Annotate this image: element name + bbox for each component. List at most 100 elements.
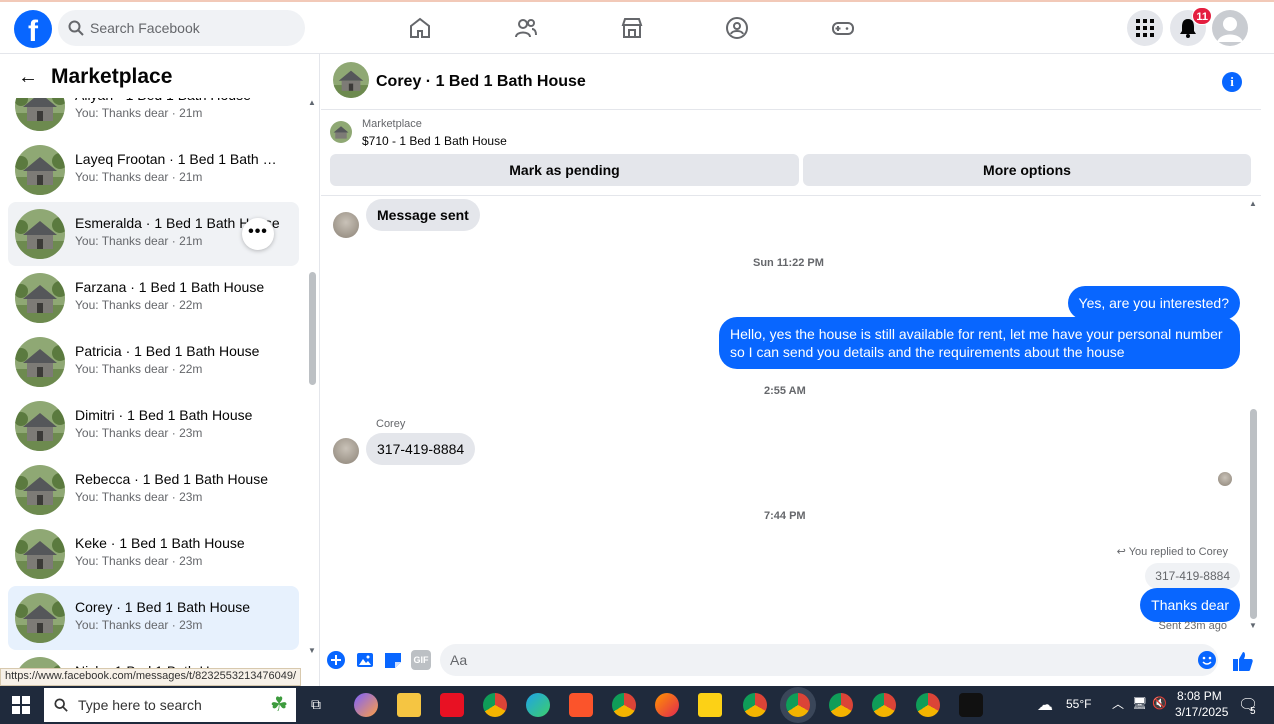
scroll-down-arrow-icon[interactable]: ▼ (308, 646, 316, 655)
photo-icon[interactable] (355, 650, 375, 670)
chrome-profile-icon[interactable] (916, 693, 940, 717)
copilot-icon[interactable] (354, 693, 378, 717)
sidebar-scrollbar[interactable] (309, 272, 316, 385)
firefox-icon[interactable] (655, 693, 679, 717)
message-scrollbar[interactable] (1250, 409, 1257, 619)
sender-avatar[interactable] (333, 438, 359, 464)
sticky-notes-icon[interactable] (698, 693, 722, 717)
groups-icon[interactable] (725, 16, 749, 40)
search-icon (54, 698, 68, 712)
sender-avatar[interactable] (333, 212, 359, 238)
timestamp: 7:44 PM (764, 510, 806, 522)
message-bubble-outgoing[interactable]: Yes, are you interested? (1067, 286, 1240, 320)
message-composer: GIF (321, 640, 1261, 684)
notification-badge: 11 (1192, 7, 1212, 25)
taskbar-search[interactable]: Type here to search ☘ (44, 688, 296, 722)
listing-thumbnail[interactable] (330, 121, 352, 143)
conversation-item[interactable]: Keke · 1 Bed 1 Bath House You: Thanks dea… (8, 522, 299, 586)
search-icon (68, 20, 84, 36)
conversation-item[interactable]: Rebecca · 1 Bed 1 Bath House You: Thanks … (8, 458, 299, 522)
search-input[interactable] (90, 20, 290, 36)
conversation-item[interactable]: Corey · 1 Bed 1 Bath House You: Thanks de… (8, 586, 299, 650)
more-options-button[interactable]: More options (803, 154, 1251, 186)
thumbs-up-icon[interactable] (1232, 650, 1254, 672)
chrome-profile-icon[interactable] (612, 693, 636, 717)
message-bubble-incoming[interactable]: 317-419-8884 (366, 433, 476, 465)
chrome-profile-icon[interactable] (829, 693, 853, 717)
mark-as-pending-button[interactable]: Mark as pending (330, 154, 799, 186)
clock-time[interactable]: 8:08 PM (1177, 689, 1222, 703)
brave-icon[interactable] (569, 693, 593, 717)
conversation-avatar[interactable] (333, 62, 369, 98)
chrome-profile-icon[interactable] (872, 693, 896, 717)
weather-temperature[interactable]: 55°F (1066, 697, 1091, 711)
message-bubble-incoming[interactable]: Message sent (366, 199, 480, 231)
message-bubble-outgoing[interactable]: Hello, yes the house is still available … (719, 317, 1240, 369)
chrome-profile-icon[interactable] (743, 693, 767, 717)
notification-center-count: 5 (1250, 706, 1256, 717)
gif-button[interactable]: GIF (411, 650, 431, 670)
listing-thumbnail (15, 273, 65, 323)
conversation-item[interactable]: Farzana · 1 Bed 1 Bath House You: Thanks … (8, 266, 299, 330)
url-tooltip: https://www.facebook.com/messages/t/8232… (0, 668, 302, 686)
sidebar-title: Marketplace (51, 65, 173, 88)
conversation-item[interactable]: Dimitri · 1 Bed 1 Bath House You: Thanks … (8, 394, 299, 458)
sender-name: Corey (376, 418, 406, 430)
listing-banner: Marketplace $710 - 1 Bed 1 Bath House Ma… (321, 110, 1261, 196)
clock-date[interactable]: 3/17/2025 (1175, 705, 1228, 719)
conversation-item[interactable]: Layeq Frootan · 1 Bed 1 Bath Ho... You: T… (8, 138, 299, 202)
task-view-icon[interactable]: ⧉ (311, 696, 321, 713)
conversation-preview: You: Thanks dear · 21m (75, 170, 203, 184)
marketplace-icon[interactable] (620, 16, 644, 40)
search-box[interactable] (58, 10, 305, 46)
message-bubble-outgoing[interactable]: Thanks dear (1140, 588, 1240, 622)
sent-status: Sent 23m ago (1158, 620, 1228, 632)
message-thread: Message sent Sun 11:22 PM Yes, are you i… (321, 197, 1261, 637)
message-input[interactable] (440, 644, 1218, 676)
windows-start-icon[interactable] (12, 696, 30, 714)
menu-button[interactable] (1127, 10, 1163, 46)
tray-chevron-icon[interactable]: ︿ (1112, 695, 1124, 712)
conversation-preview: You: Thanks dear · 22m (75, 362, 203, 376)
more-actions-button[interactable]: ••• (242, 218, 274, 250)
scroll-up-arrow-icon[interactable]: ▲ (308, 98, 316, 107)
emoji-icon[interactable] (1197, 650, 1217, 670)
facebook-logo[interactable]: f (14, 10, 52, 48)
back-arrow-icon[interactable]: ← (18, 66, 38, 89)
scroll-down-arrow-icon[interactable]: ▼ (1249, 621, 1257, 630)
timestamp: 2:55 AM (764, 385, 806, 397)
listing-price[interactable]: $710 - 1 Bed 1 Bath House (362, 134, 507, 148)
terminal-icon[interactable] (959, 693, 983, 717)
conversation-title[interactable]: Corey · 1 Bed 1 Bath House (376, 73, 586, 91)
account-button[interactable] (1212, 10, 1248, 46)
apps-grid-icon (1136, 19, 1154, 37)
edge-icon[interactable] (526, 693, 550, 717)
file-explorer-icon[interactable] (397, 693, 421, 717)
chrome-icon[interactable] (483, 693, 507, 717)
conversation-name: Farzana · 1 Bed 1 Bath House (75, 279, 265, 295)
speaker-muted-icon[interactable]: 🔇 (1152, 696, 1167, 710)
gaming-icon[interactable] (831, 16, 855, 40)
conversation-item[interactable]: Patricia · 1 Bed 1 Bath House You: Thanks… (8, 330, 299, 394)
listing-thumbnail (15, 209, 65, 259)
conversation-name: Keke · 1 Bed 1 Bath House (75, 535, 245, 551)
sidebar-header: ← Marketplace (0, 54, 319, 98)
scroll-up-arrow-icon[interactable]: ▲ (1249, 199, 1257, 208)
sticker-icon[interactable] (383, 650, 403, 670)
plus-circle-icon[interactable] (326, 650, 346, 670)
anydesk-icon[interactable] (440, 693, 464, 717)
home-icon[interactable] (408, 16, 432, 40)
conversation-preview: You: Thanks dear · 22m (75, 298, 203, 312)
friends-icon[interactable] (514, 16, 538, 40)
timestamp: Sun 11:22 PM (753, 257, 824, 269)
listing-thumbnail (15, 337, 65, 387)
quoted-message[interactable]: 317-419-8884 (1145, 563, 1240, 589)
weather-icon[interactable]: ☁ (1037, 695, 1053, 715)
conversation-name: Corey · 1 Bed 1 Bath House (75, 599, 251, 615)
notifications-button[interactable]: 11 (1170, 7, 1212, 46)
chrome-active-icon[interactable] (786, 693, 810, 717)
network-icon[interactable]: 🖥 (1132, 696, 1147, 710)
conversation-item[interactable]: Esmeralda · 1 Bed 1 Bath House You: Thank… (8, 202, 299, 266)
info-icon[interactable]: i (1222, 72, 1242, 92)
marketplace-sidebar: Aliyah · 1 Bed 1 Bath HouseYou: Thanks d… (0, 54, 320, 686)
